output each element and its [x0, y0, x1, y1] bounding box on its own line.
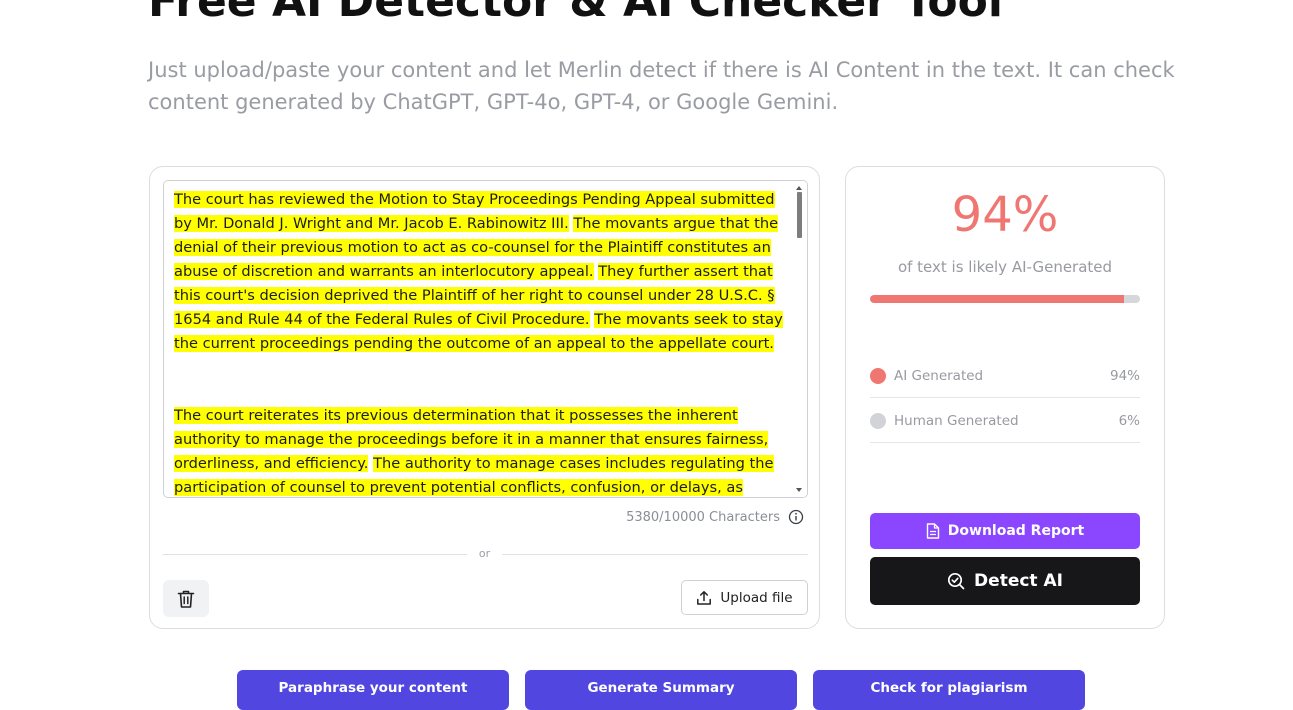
scrollbar-thumb[interactable]	[797, 192, 802, 238]
document-icon	[926, 523, 939, 539]
legend-value: 94%	[1109, 367, 1140, 384]
page-title: Free AI Detector & AI Checker Tool	[148, 0, 1003, 27]
legend-value: 6%	[1118, 412, 1140, 429]
upload-file-label: Upload file	[720, 589, 793, 606]
search-check-icon	[947, 572, 965, 590]
info-icon[interactable]	[788, 509, 804, 525]
detect-ai-label: Detect AI	[974, 571, 1063, 591]
ai-generated-dot-icon	[870, 367, 886, 384]
paragraph-2: The court reiterates its previous determ…	[174, 404, 788, 497]
trash-icon	[177, 590, 195, 608]
scroll-up-arrow-icon[interactable]	[796, 186, 802, 190]
ai-score-bar	[870, 295, 1140, 303]
download-report-button[interactable]: Download Report	[870, 513, 1140, 549]
ai-score-bar-fill	[870, 295, 1124, 303]
upload-file-button[interactable]: Upload file	[681, 580, 808, 615]
divider-line-left	[163, 554, 467, 555]
upload-icon	[697, 590, 712, 605]
download-report-label: Download Report	[947, 523, 1085, 539]
detect-ai-button[interactable]: Detect AI	[870, 557, 1140, 605]
ai-score-caption: of text is likely AI-Generated	[897, 258, 1113, 276]
page-subtitle: Just upload/paste your content and let M…	[148, 58, 1175, 114]
paraphrase-button[interactable]: Paraphrase your content	[237, 670, 509, 710]
scroll-down-arrow-icon[interactable]	[796, 488, 802, 492]
input-card: The court has reviewed the Motion to Sta…	[149, 166, 820, 629]
legend-row-ai-generated: AI Generated 94%	[870, 354, 1140, 398]
text-scrollbar[interactable]	[793, 181, 807, 497]
legend-row-human-generated: Human Generated 6%	[870, 399, 1140, 443]
generate-summary-button[interactable]: Generate Summary	[525, 670, 797, 710]
text-input-area[interactable]: The court has reviewed the Motion to Sta…	[163, 180, 808, 498]
plagiarism-check-button[interactable]: Check for plagiarism	[813, 670, 1085, 710]
character-counter: 5380/10000 Characters	[626, 509, 804, 525]
text-content[interactable]: The court has reviewed the Motion to Sta…	[174, 188, 788, 497]
legend-label: AI Generated	[894, 367, 984, 384]
paragraph-1: The court has reviewed the Motion to Sta…	[174, 188, 788, 356]
result-card: 94% of text is likely AI-Generated AI Ge…	[845, 166, 1165, 629]
human-generated-dot-icon	[870, 412, 886, 429]
legend-label: Human Generated	[894, 412, 1019, 429]
divider-line-right	[502, 554, 808, 555]
divider-or-text: or	[478, 547, 491, 560]
clear-text-button[interactable]	[163, 580, 209, 617]
character-count: 5380/10000 Characters	[626, 509, 780, 525]
ai-score-percent: 94%	[951, 187, 1059, 243]
